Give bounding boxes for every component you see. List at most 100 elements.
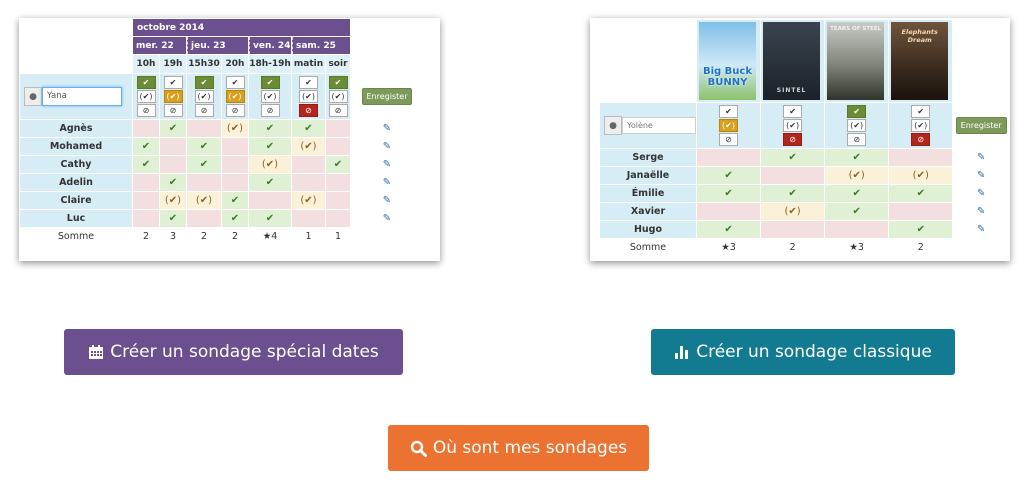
check-icon: ✔ [230,213,240,224]
vote-cell [222,174,248,191]
yes-choice[interactable]: ✔ [911,105,931,118]
participant-row: Hugo ✔ ✔ ✎ [600,221,1009,238]
no-choice[interactable]: ⊘ [136,104,156,117]
vote-cell [160,138,186,155]
yes-choice[interactable]: ✔ [328,76,348,89]
maybe-choice[interactable]: (✔) [719,119,739,132]
vote-cell: ✔ [697,167,761,184]
pencil-icon[interactable]: ✎ [383,195,391,206]
no-choice[interactable]: ⊘ [783,133,803,146]
ban-icon: ⊘ [266,106,274,115]
vote-cell [222,138,248,155]
pencil-icon[interactable]: ✎ [383,159,391,170]
vote-cell [187,210,221,227]
no-choice[interactable]: ⊘ [328,104,348,117]
maybe-choice[interactable]: (✔) [783,119,803,132]
pencil-icon[interactable]: ✎ [383,141,391,152]
participant-name: Hugo [600,221,696,238]
maybe-check-icon: (✔) [300,195,317,206]
check-icon: ✔ [142,78,150,87]
maybe-choice[interactable]: (✔) [299,90,318,103]
vote-cell: (✔) [222,120,248,137]
no-choice[interactable]: ⊘ [163,104,183,117]
vote-cell: ✔ [187,156,221,173]
name-input[interactable]: Yolène [622,117,696,134]
check-icon: ✔ [141,159,151,170]
vote-cell [292,174,325,191]
yes-choice[interactable]: ✔ [136,76,156,89]
pencil-icon[interactable]: ✎ [977,152,985,163]
maybe-choice[interactable]: (✔) [136,90,156,103]
vote-cell: ✔ [889,185,953,202]
no-choice[interactable]: ⊘ [719,133,739,146]
maybe-choice[interactable]: (✔) [260,90,280,103]
yes-choice[interactable]: ✔ [260,76,280,89]
vote-cell: ✔ [133,138,159,155]
vote-cell: ✔ [761,149,825,166]
check-icon: ✔ [916,188,925,199]
vote-cell: ✔ [160,174,186,191]
check-icon: ✔ [724,170,733,181]
ban-icon: ⊘ [169,106,177,115]
check-icon: ✔ [168,177,178,188]
check-icon: (✔) [228,92,242,101]
check-icon: ✔ [169,78,177,87]
pencil-icon[interactable]: ✎ [977,188,985,199]
poster-title: TEARS OF STEEL [830,26,882,32]
pencil-icon[interactable]: ✎ [977,224,985,235]
yes-choice[interactable]: ✔ [847,105,867,118]
no-choice[interactable]: ⊘ [194,104,214,117]
vote-cell: ✔ [292,120,325,137]
vote-cell [133,192,159,209]
vote-cell: ✔ [326,156,350,173]
participant-row: Cathy ✔ ✔ (✔) ✔ ✎ [20,156,423,173]
check-icon: ✔ [200,78,208,87]
day-header: ven. 24 [249,37,291,54]
vote-choices: ✔ (✔) ⊘ [326,74,350,119]
no-choice[interactable]: ⊘ [260,104,280,117]
check-icon: ✔ [788,152,797,163]
check-icon: (✔) [786,121,800,130]
pencil-icon[interactable]: ✎ [977,170,985,181]
maybe-check-icon: (✔) [784,206,801,217]
name-input[interactable]: Yana [42,87,122,106]
pencil-icon[interactable]: ✎ [383,213,391,224]
no-choice[interactable]: ⊘ [847,133,867,146]
participant-name: Émilie [600,185,696,202]
check-icon: ✔ [305,78,312,87]
pencil-icon[interactable]: ✎ [977,206,985,217]
yes-choice[interactable]: ✔ [719,105,739,118]
yes-choice[interactable]: ✔ [299,76,318,89]
dates-poll-preview: octobre 2014 mer. 22 jeu. 23 ven. 24 sam… [19,18,440,261]
sum-value: ★3 [825,239,889,255]
maybe-choice[interactable]: (✔) [328,90,348,103]
maybe-choice[interactable]: (✔) [847,119,867,132]
check-icon: ✔ [788,188,797,199]
find-my-polls-button[interactable]: Où sont mes sondages [388,425,649,471]
save-button[interactable]: Enregister [955,117,1007,134]
check-icon: (✔) [139,92,153,101]
maybe-choice[interactable]: (✔) [163,90,183,103]
yes-choice[interactable]: ✔ [783,105,803,118]
pencil-icon[interactable]: ✎ [383,123,391,134]
movie-poster: Big Buck BUNNY [699,22,756,100]
yes-choice[interactable]: ✔ [225,76,245,89]
maybe-choice[interactable]: (✔) [194,90,214,103]
yes-choice[interactable]: ✔ [194,76,214,89]
sum-value: 3 [160,228,186,244]
maybe-choice[interactable]: (✔) [225,90,245,103]
save-button[interactable]: Enregister [361,88,413,105]
participant-name: Claire [20,192,132,209]
no-choice[interactable]: ⊘ [299,104,318,117]
vote-cell: (✔) [160,192,186,209]
maybe-choice[interactable]: (✔) [911,119,931,132]
yes-choice[interactable]: ✔ [163,76,183,89]
create-dates-poll-button[interactable]: Créer un sondage spécial dates [64,329,403,375]
check-icon: (✔) [331,92,345,101]
maybe-check-icon: (✔) [261,159,279,170]
check-icon: ✔ [853,107,861,116]
no-choice[interactable]: ⊘ [225,104,245,117]
pencil-icon[interactable]: ✎ [383,177,391,188]
create-classic-poll-button[interactable]: Créer un sondage classique [651,329,955,375]
no-choice[interactable]: ⊘ [911,133,931,146]
